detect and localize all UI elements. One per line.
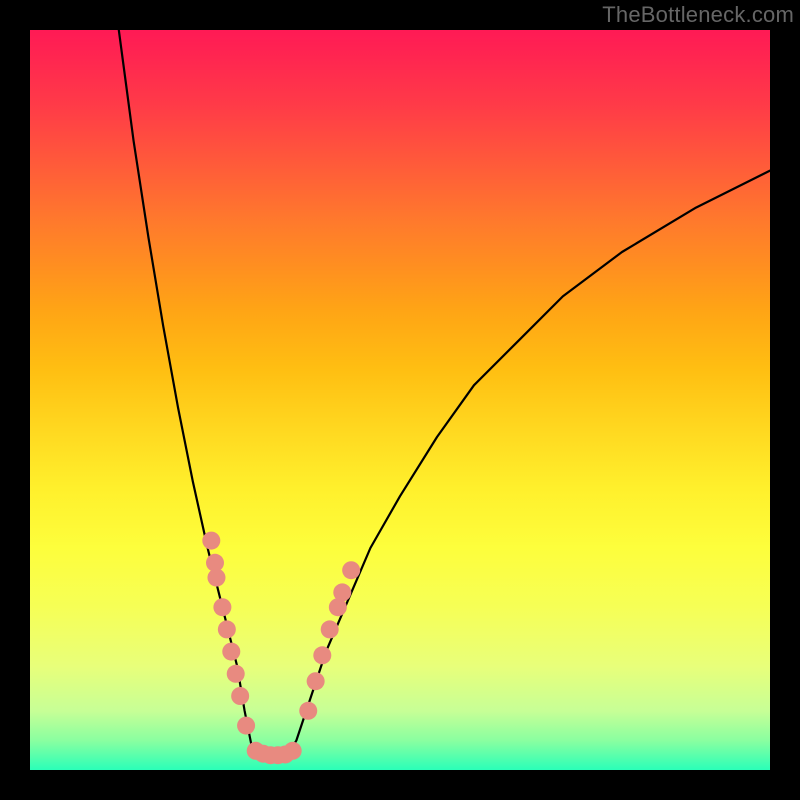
data-point (342, 561, 360, 579)
data-point (202, 532, 220, 550)
data-point (284, 742, 302, 760)
bottleneck-curve (119, 30, 770, 755)
watermark-text: TheBottleneck.com (602, 2, 794, 28)
data-point (207, 569, 225, 587)
data-point (218, 620, 236, 638)
data-point (213, 598, 231, 616)
data-point (299, 702, 317, 720)
curve-group (119, 30, 770, 755)
data-point (307, 672, 325, 690)
stage: TheBottleneck.com (0, 0, 800, 800)
data-point (222, 643, 240, 661)
data-point (321, 620, 339, 638)
plot-area (30, 30, 770, 770)
chart-svg (30, 30, 770, 770)
data-point (231, 687, 249, 705)
data-point (313, 646, 331, 664)
data-point (237, 717, 255, 735)
data-point (333, 583, 351, 601)
data-point (227, 665, 245, 683)
dots-group (202, 532, 360, 765)
